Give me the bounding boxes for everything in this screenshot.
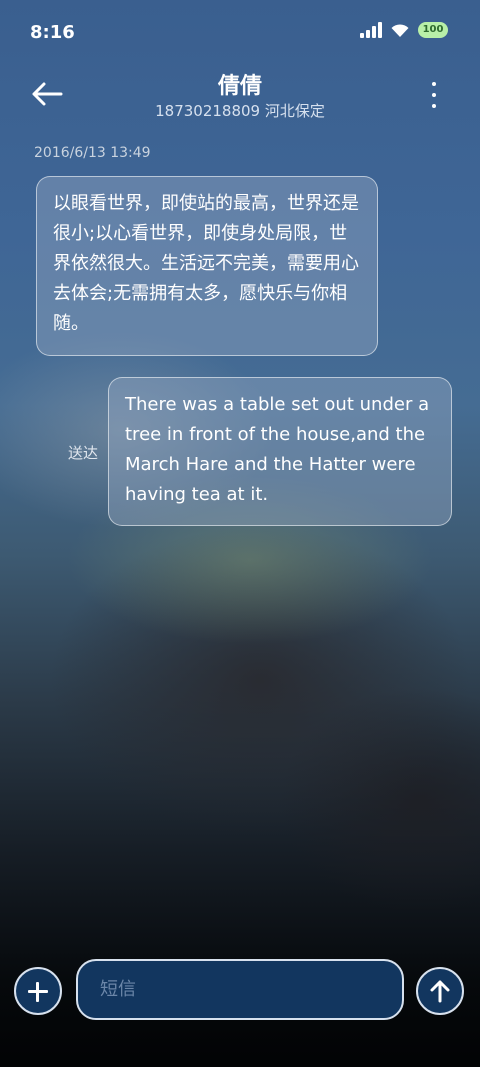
battery-icon: 100 [418,22,448,38]
wifi-icon [390,22,410,38]
more-vertical-icon [432,82,436,86]
add-attachment-button[interactable] [14,967,62,1015]
contact-info: 18730218809 河北保定 [155,102,325,120]
more-options-button[interactable] [424,80,444,110]
message-timestamp: 2016/6/13 13:49 [34,145,151,161]
conversation-header: 倩倩 18730218809 河北保定 [0,66,480,136]
signal-icon [360,22,382,38]
arrow-up-icon [430,980,450,1003]
status-bar: 8:16 100 [0,0,480,66]
message-input[interactable] [76,959,404,1020]
outgoing-message-bubble[interactable]: There was a table set out under a tree i… [108,377,452,526]
status-icons: 100 [360,22,448,38]
more-vertical-icon-dot [432,93,436,97]
incoming-message-bubble[interactable]: 以眼看世界，即使站的最高，世界还是很小;以心看世界，即使身处局限，世界依然很大。… [36,176,378,356]
more-vertical-icon-dot [432,104,436,108]
status-time: 8:16 [30,22,75,43]
composer-bar [0,955,480,1025]
send-button[interactable] [416,967,464,1015]
delivery-status: 送达 [68,444,99,462]
contact-name: 倩倩 [217,74,262,99]
